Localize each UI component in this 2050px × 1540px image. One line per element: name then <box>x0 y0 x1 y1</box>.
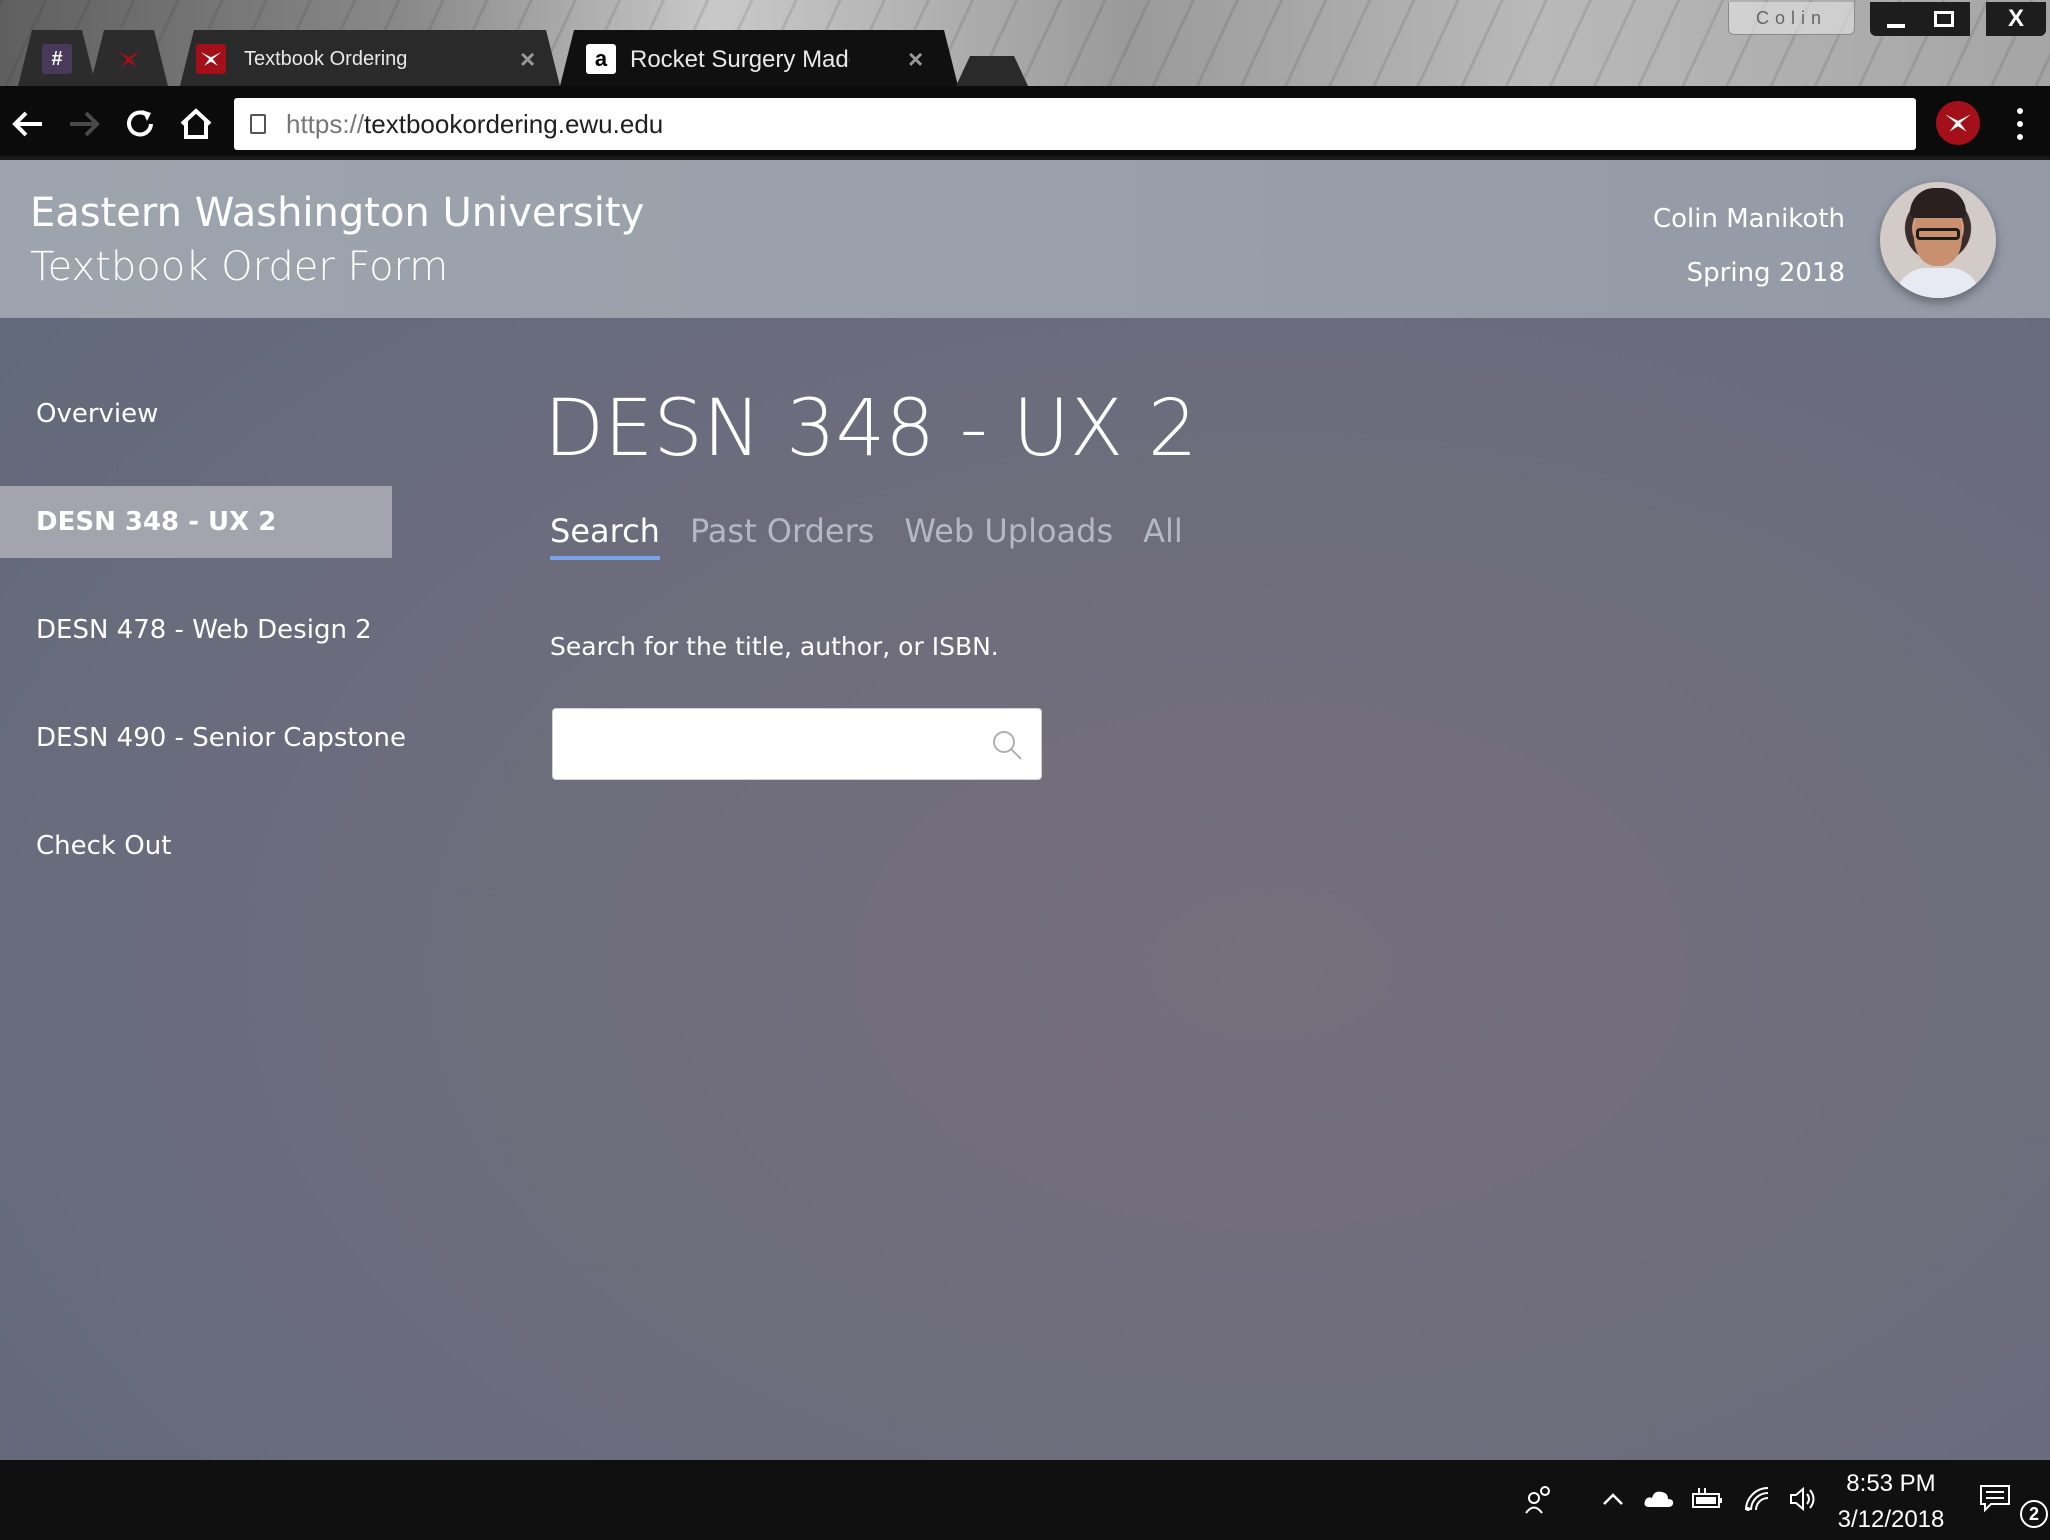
content-tabs: Search Past Orders Web Uploads All <box>550 512 1213 560</box>
sidebar-item-desn-490[interactable]: DESN 490 - Senior Capstone <box>0 702 406 774</box>
pinned-tab-slack[interactable]: # <box>18 30 96 86</box>
profile-button[interactable]: Colin <box>1728 2 1855 35</box>
pinned-tab-ewu[interactable] <box>90 30 168 86</box>
university-name: Eastern Washington University <box>30 190 645 236</box>
url-scheme: https:// <box>286 108 365 139</box>
tab-past-orders[interactable]: Past Orders <box>690 512 874 560</box>
eagle-icon <box>196 44 226 74</box>
amazon-icon: a <box>586 44 616 74</box>
windows-taskbar: 8:53 PM 3/12/2018 2 <box>0 1460 2050 1540</box>
search-instructions: Search for the title, author, or ISBN. <box>550 632 999 661</box>
battery-icon[interactable] <box>1690 1482 1724 1516</box>
close-window-button[interactable]: X <box>1986 2 2046 36</box>
tab-close-icon[interactable]: × <box>520 44 535 75</box>
page-icon <box>250 114 266 134</box>
maximize-icon <box>1934 11 1954 27</box>
browser-menu-button[interactable] <box>2008 104 2032 144</box>
arrow-right-icon <box>70 111 100 137</box>
reload-button[interactable] <box>120 104 160 144</box>
tab-all[interactable]: All <box>1143 512 1183 560</box>
search-input[interactable] <box>553 709 973 777</box>
address-bar[interactable]: https://textbookordering.ewu.edu <box>234 98 1916 150</box>
tab-close-icon[interactable]: × <box>908 44 923 75</box>
browser-title-bar: Colin X # Textbook Ordering × a Rocket S… <box>0 0 2050 88</box>
url-text[interactable]: https://textbookordering.ewu.edu <box>286 109 663 140</box>
wifi-icon[interactable] <box>1740 1482 1774 1516</box>
hash-icon: # <box>42 44 72 74</box>
avatar[interactable] <box>1880 182 1996 298</box>
browser-toolbar: https://textbookordering.ewu.edu <box>0 86 2050 160</box>
user-name: Colin Manikoth <box>1652 204 1845 234</box>
notification-count-badge: 2 <box>2020 1500 2048 1528</box>
search-box <box>552 708 1042 780</box>
tab-title: Textbook Ordering <box>244 48 408 70</box>
sidebar-item-desn-348[interactable]: DESN 348 - UX 2 <box>0 486 392 558</box>
tab-title: Rocket Surgery Made Ea <box>630 46 849 73</box>
sidebar-item-desn-478[interactable]: DESN 478 - Web Design 2 <box>0 594 392 666</box>
tab-rocket-surgery[interactable]: a Rocket Surgery Made Ea × <box>560 30 958 86</box>
arrow-left-icon <box>12 111 42 137</box>
forward-button[interactable] <box>64 104 104 144</box>
sidebar-item-check-out[interactable]: Check Out <box>0 810 392 882</box>
reload-icon <box>127 110 153 137</box>
home-button[interactable] <box>176 104 216 144</box>
eagle-icon <box>114 44 144 74</box>
clock-time[interactable]: 8:53 PM <box>1830 1470 1952 1498</box>
cloud-icon[interactable] <box>1642 1482 1676 1516</box>
home-icon <box>180 108 212 139</box>
clock-date[interactable]: 3/12/2018 <box>1830 1506 1952 1534</box>
new-tab-button[interactable] <box>956 56 1028 86</box>
sidebar-nav: Overview DESN 348 - UX 2 DESN 478 - Web … <box>0 378 406 918</box>
search-icon[interactable] <box>991 729 1023 761</box>
action-center-icon[interactable] <box>1978 1482 2012 1516</box>
back-button[interactable] <box>8 104 48 144</box>
eagle-extension-icon[interactable] <box>1936 101 1980 145</box>
tab-search[interactable]: Search <box>550 512 660 560</box>
sidebar-item-overview[interactable]: Overview <box>0 378 392 450</box>
maximize-button[interactable] <box>1918 2 1970 36</box>
tab-textbook-ordering[interactable]: Textbook Ordering × <box>180 30 560 86</box>
volume-icon[interactable] <box>1786 1482 1820 1516</box>
minimize-button[interactable] <box>1870 2 1922 36</box>
site-header: Eastern Washington University Textbook O… <box>0 160 2050 318</box>
minimize-icon <box>1887 24 1905 28</box>
term-label: Spring 2018 <box>1686 258 1845 288</box>
chevron-up-icon[interactable] <box>1596 1482 1630 1516</box>
web-page: Eastern Washington University Textbook O… <box>0 160 2050 1460</box>
url-host: textbookordering.ewu.edu <box>364 108 664 139</box>
people-icon[interactable] <box>1522 1482 1556 1516</box>
form-title: Textbook Order Form <box>30 244 449 290</box>
page-title: DESN 348 - UX 2 <box>544 384 1198 474</box>
tab-web-uploads[interactable]: Web Uploads <box>904 512 1113 560</box>
